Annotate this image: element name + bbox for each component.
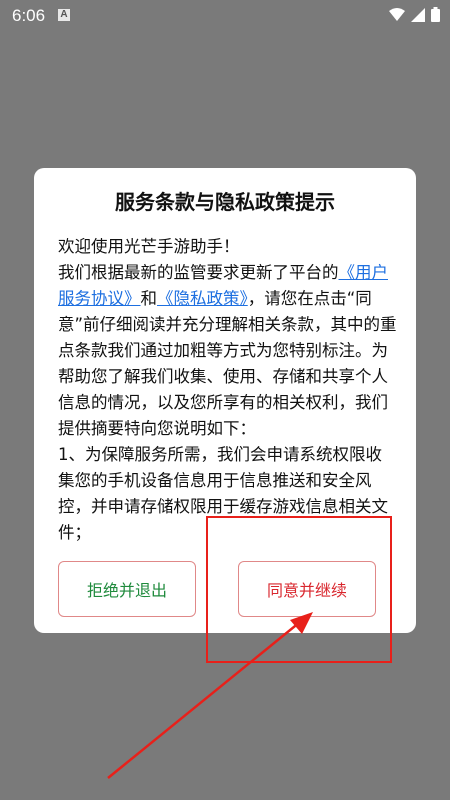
privacy-dialog: 服务条款与隐私政策提示 欢迎使用光芒手游助手！ 我们根据最新的监管要求更新了平台…	[34, 168, 416, 633]
reject-and-exit-button[interactable]: 拒绝并退出	[58, 561, 196, 617]
dialog-title: 服务条款与隐私政策提示	[115, 190, 335, 214]
terms-text-and: 和	[140, 289, 158, 308]
agree-and-continue-button[interactable]: 同意并继续	[238, 561, 376, 617]
permission-item-1: 1、为保障服务所需，我们会申请系统权限收集您的手机设备信息用于信息推送和安全风控…	[58, 445, 388, 542]
greeting-text: 欢迎使用光芒手游助手！	[58, 237, 240, 256]
terms-paragraph: 我们根据最新的监管要求更新了平台的《用户服务协议》和《隐私政策》，请您在点击“同…	[58, 260, 398, 442]
status-icons	[389, 7, 440, 22]
terms-text-before: 我们根据最新的监管要求更新了平台的	[58, 263, 339, 282]
status-bar: 6:06 A	[0, 0, 450, 32]
app-notification-icon: A	[58, 9, 70, 21]
signal-icon	[411, 7, 425, 22]
dialog-content[interactable]: 欢迎使用光芒手游助手！ 我们根据最新的监管要求更新了平台的《用户服务协议》和《隐…	[58, 234, 398, 546]
privacy-policy-link[interactable]: 《隐私政策》	[157, 289, 248, 308]
status-time: 6:06	[12, 6, 46, 25]
wifi-icon	[389, 7, 405, 21]
terms-text-after: ，请您在点击“同意”前仔细阅读并充分理解相关条款，其中的重点条款我们通过加粗等方…	[58, 289, 397, 438]
battery-icon	[431, 7, 440, 22]
